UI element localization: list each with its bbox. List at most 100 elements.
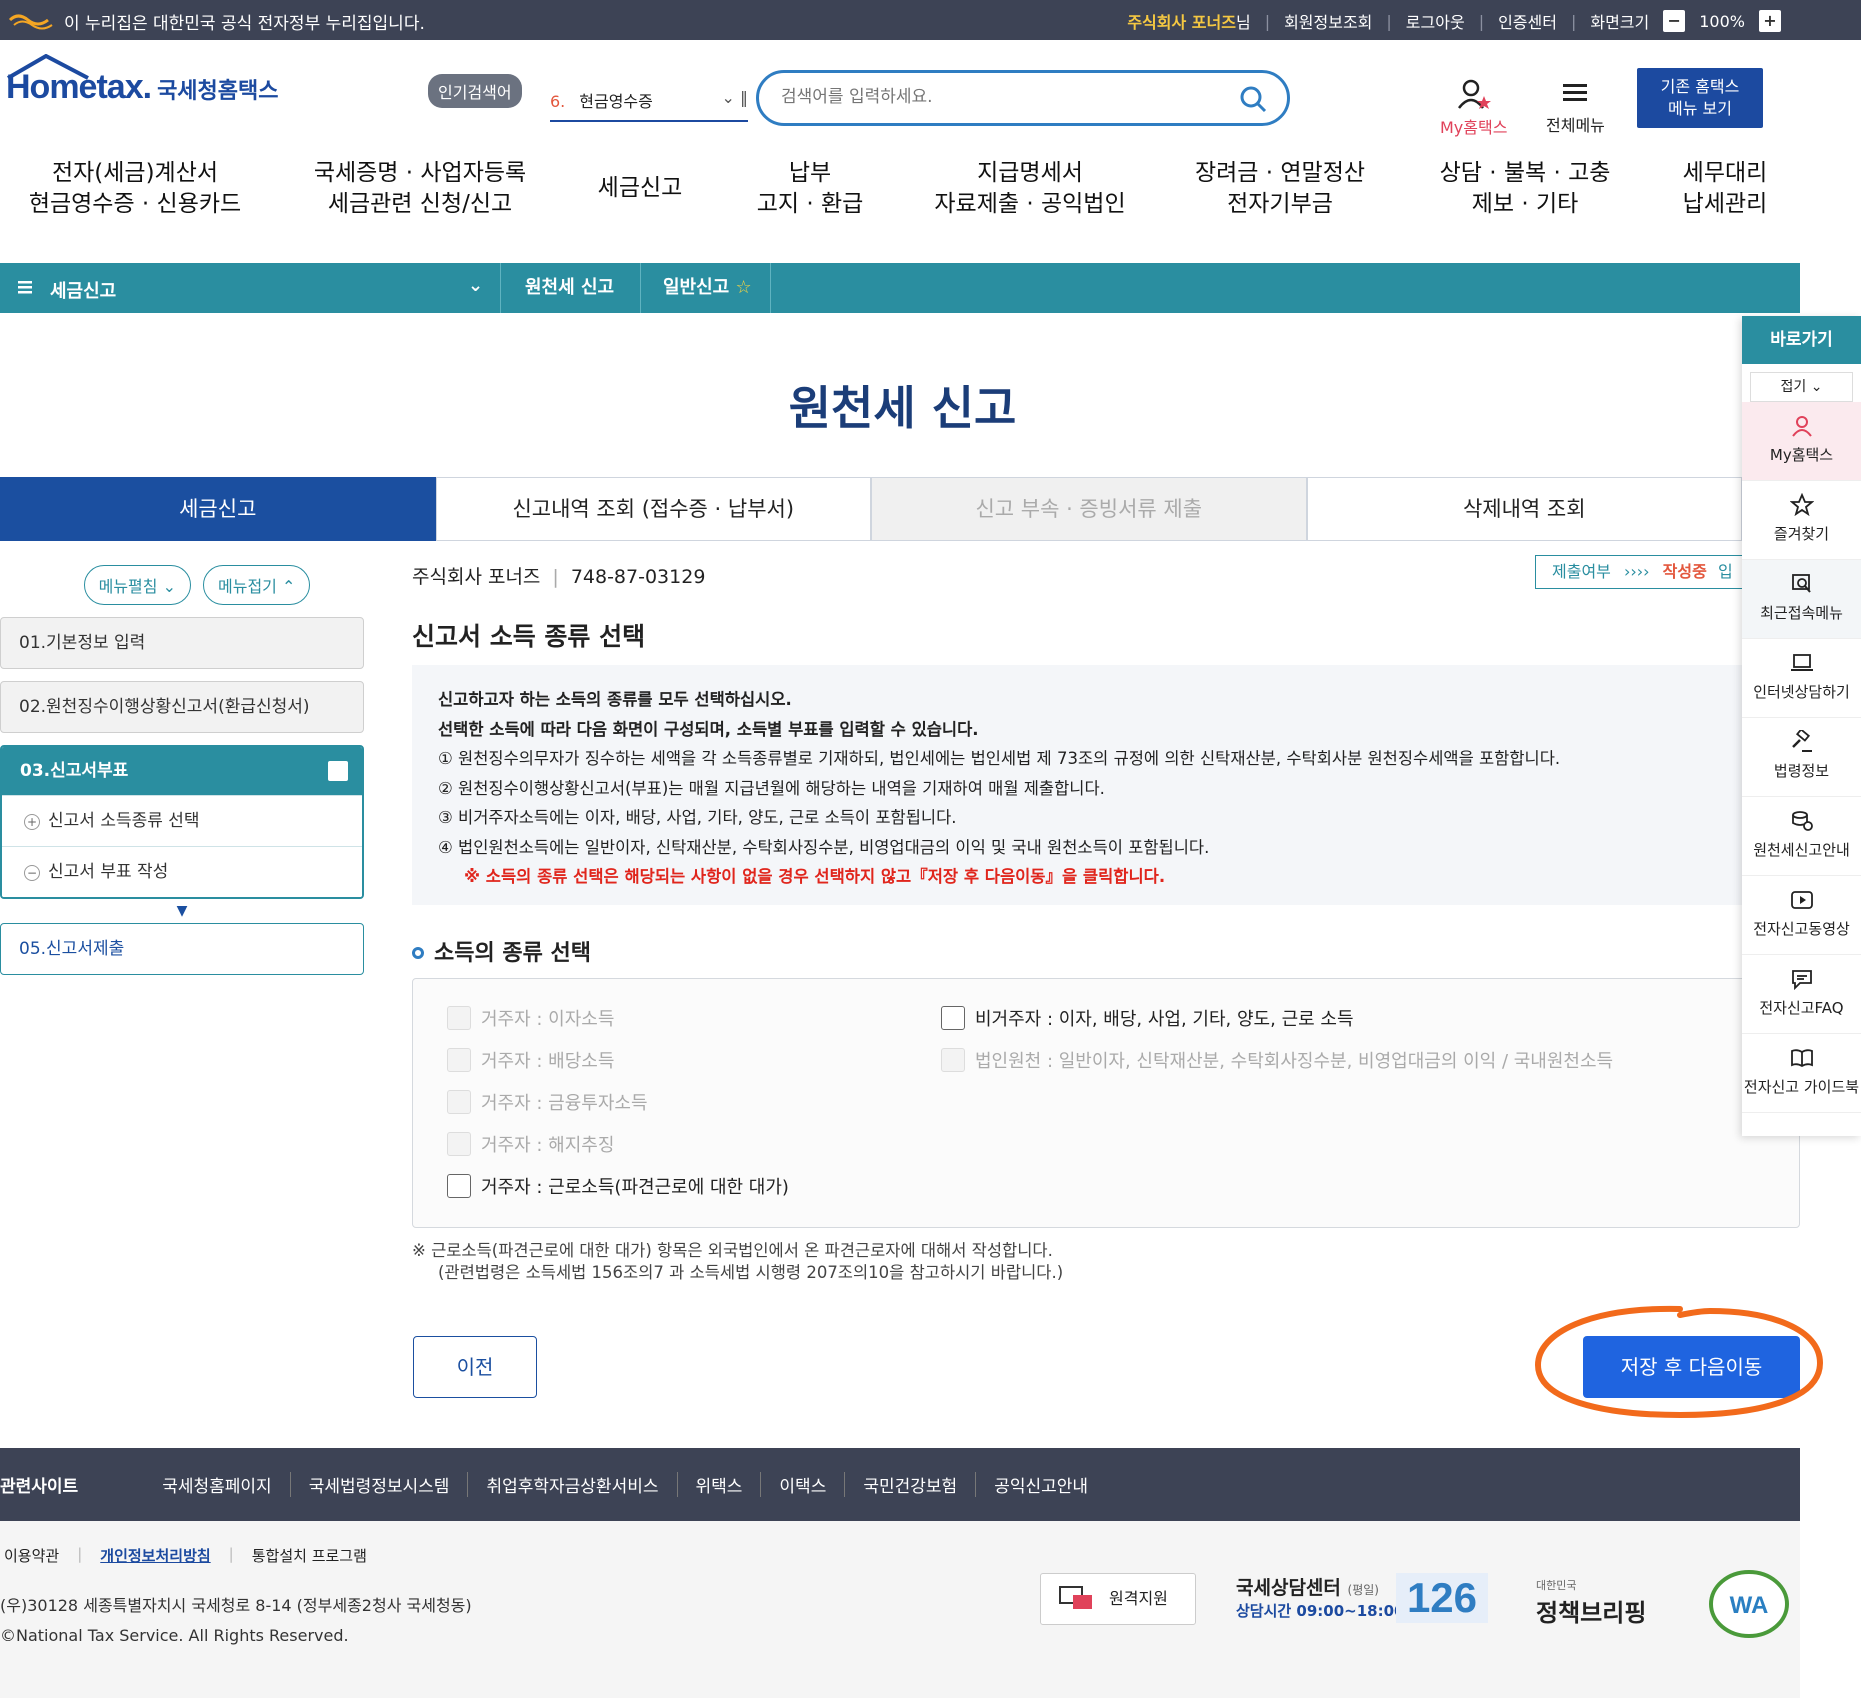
logout-link[interactable]: 로그아웃 <box>1406 9 1465 33</box>
zoom-level: 100% <box>1699 11 1745 31</box>
tab-attachments[interactable]: 신고 부속 · 증빙서류 제출 <box>871 477 1307 541</box>
previous-button[interactable]: 이전 <box>413 1336 537 1398</box>
warning-text: ※ 소득의 종류 선택은 해당되는 사항이 없을 경우 선택하지 않고『저장 후… <box>464 867 1166 886</box>
search-icon[interactable] <box>1239 85 1267 113</box>
recent-search-icon <box>1791 574 1811 593</box>
quick-law-info[interactable]: 법령정보 <box>1742 718 1861 797</box>
hamburger-icon <box>1563 84 1588 101</box>
footer-link-nts[interactable]: 국세청홈페이지 <box>144 1472 291 1497</box>
footer-link-public-report[interactable]: 공익신고안내 <box>976 1472 1106 1497</box>
quick-faq[interactable]: 전자신고FAQ <box>1742 955 1861 1034</box>
step-03-header[interactable]: 03.신고서부표 <box>2 747 362 795</box>
search-input[interactable] <box>781 87 1211 107</box>
user-icon <box>1791 416 1812 437</box>
step-05-submit[interactable]: 05.신고서제출 <box>0 923 364 975</box>
footer-link-etax[interactable]: 이택스 <box>761 1472 846 1497</box>
footer-link-law[interactable]: 국세법령정보시스템 <box>291 1472 469 1497</box>
gnb-item-tax-report[interactable]: 세금신고 <box>570 158 710 220</box>
submission-status: 제출여부 ›››› 작성중 입 <box>1535 555 1750 589</box>
myhometax-button[interactable]: My홈택스 <box>1440 78 1507 138</box>
quick-menu-fold-button[interactable]: 접기 ⌄ <box>1750 372 1853 402</box>
terms-link[interactable]: 이용약관 <box>4 1545 59 1566</box>
substep-attachment-write[interactable]: − 신고서 부표 작성 <box>2 846 362 897</box>
report-tabs: 세금신고 신고내역 조회 (접수증 · 납부서) 신고 부속 · 증빙서류 제출… <box>0 477 1742 541</box>
remote-monitor-icon <box>1059 1586 1092 1609</box>
breadcrumb-root[interactable]: 세금신고 <box>50 277 116 303</box>
quick-menu: 바로가기 접기 ⌄ My홈택스 즐겨찾기 최근접속메뉴 인터넷상담하기 법령정보… <box>1742 316 1861 1136</box>
checkbox-resident-interest[interactable]: 거주자 : 이자소득 <box>447 1005 614 1031</box>
policy-briefing-logo[interactable]: 대한민국 정책브리핑 <box>1536 1577 1646 1628</box>
collapse-icon[interactable] <box>328 761 348 781</box>
step-02-status-report[interactable]: 02.원천징수이행상황신고서(환급신청서) <box>0 681 364 733</box>
favorite-star-icon[interactable]: ☆ <box>736 277 752 298</box>
logo-text-kr: 국세청홈택스 <box>157 79 279 104</box>
tab-tax-report[interactable]: 세금신고 <box>0 477 436 541</box>
quick-myhometax[interactable]: My홈택스 <box>1742 402 1861 481</box>
government-notice-bar: 이 누리집은 대한민국 공식 전자정부 누리집입니다. 주식회사 포너즈님 | … <box>0 0 1861 40</box>
gnb-item-consult[interactable]: 상담 · 불복 · 고충 제보 · 기타 <box>1410 158 1640 220</box>
screen-size-label: 화면크기 <box>1590 13 1650 32</box>
house-roof-icon <box>6 54 89 80</box>
checkbox-nonresident[interactable]: 비거주자 : 이자, 배당, 사업, 기타, 양도, 근로 소득 <box>941 1005 1354 1031</box>
zoom-in-button[interactable]: + <box>1759 10 1781 32</box>
checkbox-resident-dispatched-labor[interactable]: 거주자 : 근로소득(파견근로에 대한 대가) <box>447 1173 789 1199</box>
breadcrumb-level2[interactable]: 원천세 신고 <box>500 263 640 313</box>
menu-collapse-button[interactable]: 메뉴접기 ⌃ <box>203 565 311 605</box>
tab-deleted-history[interactable]: 삭제내역 조회 <box>1306 477 1742 541</box>
section-heading: 신고서 소득 종류 선택 <box>412 622 646 651</box>
quick-withholding-guide[interactable]: 원천세신고안내 <box>1742 797 1861 876</box>
member-info-link[interactable]: 회원정보조회 <box>1284 9 1372 33</box>
checkbox-corporate-source[interactable]: 법인원천 : 일반이자, 신탁재산분, 수탁회사징수분, 비영업대금의 이익 /… <box>941 1047 1613 1073</box>
step-01-basic-info[interactable]: 01.기본정보 입력 <box>0 617 364 669</box>
footnote: ※ 근로소득(파견근로에 대한 대가) 항목은 외국법인에서 온 파견근로자에 … <box>412 1241 1064 1282</box>
gnb-item-certificate[interactable]: 국세증명 · 사업자등록 세금관련 신청/신고 <box>270 158 570 220</box>
quick-favorites[interactable]: 즐겨찾기 <box>1742 481 1861 560</box>
chevron-down-icon[interactable]: ⌄ <box>468 275 483 296</box>
checkbox-resident-dividend[interactable]: 거주자 : 배당소득 <box>447 1047 614 1073</box>
laptop-icon <box>1790 654 1813 671</box>
bullet-icon <box>412 947 424 959</box>
footer-link-wetax[interactable]: 위택스 <box>678 1472 762 1497</box>
install-program-link[interactable]: 통합설치 프로그램 <box>252 1545 367 1566</box>
site-footer: 이용약관 | 개인정보처리방침 | 통합설치 프로그램 (우)30128 세종특… <box>0 1521 1800 1698</box>
footer-link-nhis[interactable]: 국민건강보험 <box>845 1472 977 1497</box>
footer-link-student-loan[interactable]: 취업후학자금상환서비스 <box>468 1472 678 1497</box>
gnb-item-invoice[interactable]: 전자(세금)계산서 현금영수증 · 신용카드 <box>0 158 270 220</box>
gnb-item-statement[interactable]: 지급명세서 자료제출 · 공익법인 <box>910 158 1150 220</box>
page-title: 원천세 신고 <box>788 381 1017 435</box>
tab-report-history[interactable]: 신고내역 조회 (접수증 · 납부서) <box>435 477 871 541</box>
web-accessibility-mark-icon: WA <box>1709 1570 1789 1638</box>
official-site-notice: 이 누리집은 대한민국 공식 전자정부 누리집입니다. <box>64 14 425 34</box>
checkbox-resident-financial[interactable]: 거주자 : 금융투자소득 <box>447 1089 648 1115</box>
menu-expand-button[interactable]: 메뉴펼침 ⌄ <box>83 565 191 605</box>
remote-support-button[interactable]: 원격지원 <box>1040 1573 1196 1625</box>
all-menu-button[interactable]: 전체메뉴 <box>1546 78 1605 136</box>
quick-internet-consult[interactable]: 인터넷상담하기 <box>1742 639 1861 718</box>
step-navigation: 메뉴펼침 ⌄ 메뉴접기 ⌃ 01.기본정보 입력 02.원천징수이행상황신고서(… <box>0 565 364 975</box>
phone-126-logo: 126 <box>1396 1573 1488 1623</box>
popular-search-item[interactable]: 6. 현금영수증 ⌄ ‖ <box>550 88 748 122</box>
open-book-icon <box>1790 1049 1813 1068</box>
consult-center-info: 국세상담센터 (평일) 상담시간 09:00~18:00 <box>1236 1577 1405 1620</box>
menu-icon[interactable] <box>18 276 34 298</box>
gavel-icon <box>1791 730 1812 752</box>
old-hometax-menu-button[interactable]: 기존 홈택스 메뉴 보기 <box>1637 68 1763 128</box>
checkbox-resident-cancellation[interactable]: 거주자 : 해지추징 <box>447 1131 614 1157</box>
quick-recent-menu[interactable]: 최근접속메뉴 <box>1742 560 1861 639</box>
quick-menu-title: 바로가기 <box>1742 316 1861 364</box>
chevron-down-icon[interactable]: ⌄ ‖ <box>722 88 749 107</box>
zoom-out-button[interactable]: − <box>1663 10 1686 32</box>
gnb-item-incentive[interactable]: 장려금 · 연말정산 전자기부금 <box>1150 158 1410 220</box>
cert-center-link[interactable]: 인증센터 <box>1498 9 1557 33</box>
breadcrumb-level3[interactable]: 일반신고 ☆ <box>640 263 770 313</box>
location-bar: 세금신고 ⌄ 원천세 신고 일반신고 ☆ <box>0 263 1800 313</box>
gnb-item-payment[interactable]: 납부 고지 · 환급 <box>710 158 910 220</box>
quick-video[interactable]: 전자신고동영상 <box>1742 876 1861 955</box>
related-sites-bar: 관련사이트 국세청홈페이지 국세법령정보시스템 취업후학자금상환서비스 위택스 … <box>0 1448 1800 1521</box>
quick-guidebook[interactable]: 전자신고 가이드북 <box>1742 1034 1861 1113</box>
hometax-logo[interactable]: Hometax. 국세청홈택스 <box>6 54 279 107</box>
privacy-policy-link[interactable]: 개인정보처리방침 <box>100 1545 210 1566</box>
substep-income-type-select[interactable]: + 신고서 소득종류 선택 <box>2 795 362 846</box>
plus-circle-icon: + <box>24 814 40 830</box>
gnb-item-agent[interactable]: 세무대리 납세관리 <box>1640 158 1810 220</box>
